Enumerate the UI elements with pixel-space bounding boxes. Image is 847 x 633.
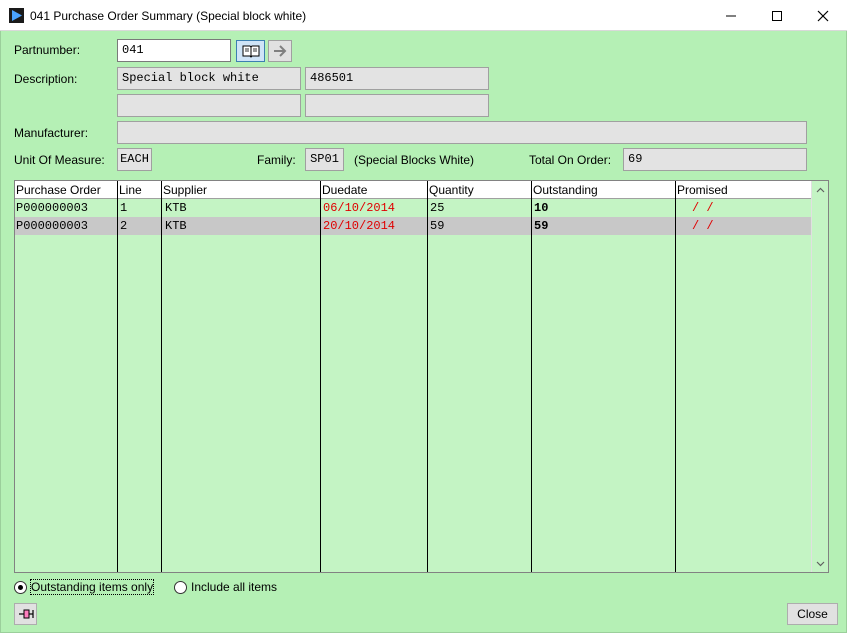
family-field: SP01: [305, 148, 344, 171]
window-client: Partnumber: 041 Description: Special blo…: [0, 31, 847, 633]
uom-field: EACH: [117, 148, 152, 171]
play-icon: [9, 8, 24, 23]
include-all-radio[interactable]: Include all items: [174, 580, 277, 594]
vertical-scrollbar[interactable]: [811, 181, 828, 572]
cell-promised: / /: [692, 219, 714, 233]
cell-outstanding: 10: [534, 201, 549, 215]
close-window-button[interactable]: [800, 0, 846, 31]
cell-po: P000000003: [16, 201, 89, 215]
family-label: Family:: [257, 153, 296, 167]
header-duedate[interactable]: Duedate: [322, 183, 367, 197]
header-outstanding[interactable]: Outstanding: [533, 183, 598, 197]
total-on-order-field: 69: [623, 148, 807, 171]
cell-duedate: 06/10/2014: [323, 201, 396, 215]
header-supplier[interactable]: Supplier: [163, 183, 207, 197]
family-description: (Special Blocks White): [354, 153, 475, 167]
arrow-right-icon: [274, 45, 287, 57]
close-button[interactable]: Close: [787, 603, 838, 625]
radio-checked-indicator: [14, 580, 27, 594]
column-divider[interactable]: [320, 181, 321, 572]
cell-promised: / /: [692, 201, 714, 215]
description-code-field: 486501: [305, 67, 489, 90]
chevron-down-icon: [816, 561, 825, 566]
column-divider[interactable]: [675, 181, 676, 572]
column-divider[interactable]: [531, 181, 532, 572]
window-title: 041 Purchase Order Summary (Special bloc…: [30, 9, 307, 23]
table-row[interactable]: P000000003 2 KTB 20/10/2014 59 59 / /: [15, 217, 811, 235]
cell-line: 2: [120, 219, 128, 233]
cell-outstanding: 59: [534, 219, 549, 233]
include-all-label: Include all items: [191, 580, 278, 594]
manufacturer-label: Manufacturer:: [14, 126, 89, 140]
description-line2-field-a: [117, 94, 301, 117]
cell-quantity: 25: [430, 201, 445, 215]
lookup-button[interactable]: [236, 40, 265, 62]
cell-quantity: 59: [430, 219, 445, 233]
go-button[interactable]: [268, 40, 292, 62]
header-quantity[interactable]: Quantity: [429, 183, 474, 197]
scroll-down-button[interactable]: [812, 555, 828, 572]
header-promised[interactable]: Promised: [677, 183, 728, 197]
purchase-order-grid[interactable]: Purchase Order Line Supplier Duedate Qua…: [14, 180, 829, 573]
cell-line: 1: [120, 201, 128, 215]
close-icon: [817, 10, 829, 21]
minimize-button[interactable]: [708, 0, 754, 31]
chevron-up-icon: [816, 187, 825, 192]
header-line[interactable]: Line: [119, 183, 142, 197]
grid-header: Purchase Order Line Supplier Duedate Qua…: [15, 181, 811, 199]
description-field: Special block white: [117, 67, 301, 90]
radio-unchecked-indicator: [174, 580, 187, 594]
total-on-order-label: Total On Order:: [529, 153, 612, 167]
cell-supplier: KTB: [165, 201, 187, 215]
book-icon: [242, 45, 259, 58]
cell-duedate: 20/10/2014: [323, 219, 396, 233]
scroll-up-button[interactable]: [812, 181, 828, 198]
maximize-icon: [772, 10, 782, 21]
cell-supplier: KTB: [165, 219, 187, 233]
partnumber-input[interactable]: 041: [117, 39, 231, 62]
table-row[interactable]: P000000003 1 KTB 06/10/2014 25 10 / /: [15, 199, 811, 217]
uom-label: Unit Of Measure:: [14, 153, 105, 167]
minimize-icon: [726, 15, 736, 16]
manufacturer-field: [117, 121, 807, 144]
outstanding-only-radio[interactable]: Outstanding items only: [14, 579, 155, 595]
maximize-button[interactable]: [754, 0, 800, 31]
pin-icon: [18, 609, 34, 619]
partnumber-label: Partnumber:: [14, 43, 81, 57]
cell-po: P000000003: [16, 219, 89, 233]
header-purchase-order[interactable]: Purchase Order: [16, 183, 101, 197]
column-divider[interactable]: [117, 181, 118, 572]
pin-button[interactable]: [14, 603, 37, 625]
column-divider[interactable]: [427, 181, 428, 572]
title-bar: 041 Purchase Order Summary (Special bloc…: [0, 0, 847, 31]
description-label: Description:: [14, 72, 78, 86]
description-line2-field-b: [305, 94, 489, 117]
column-divider[interactable]: [161, 181, 162, 572]
outstanding-only-label: Outstanding items only: [29, 579, 155, 595]
